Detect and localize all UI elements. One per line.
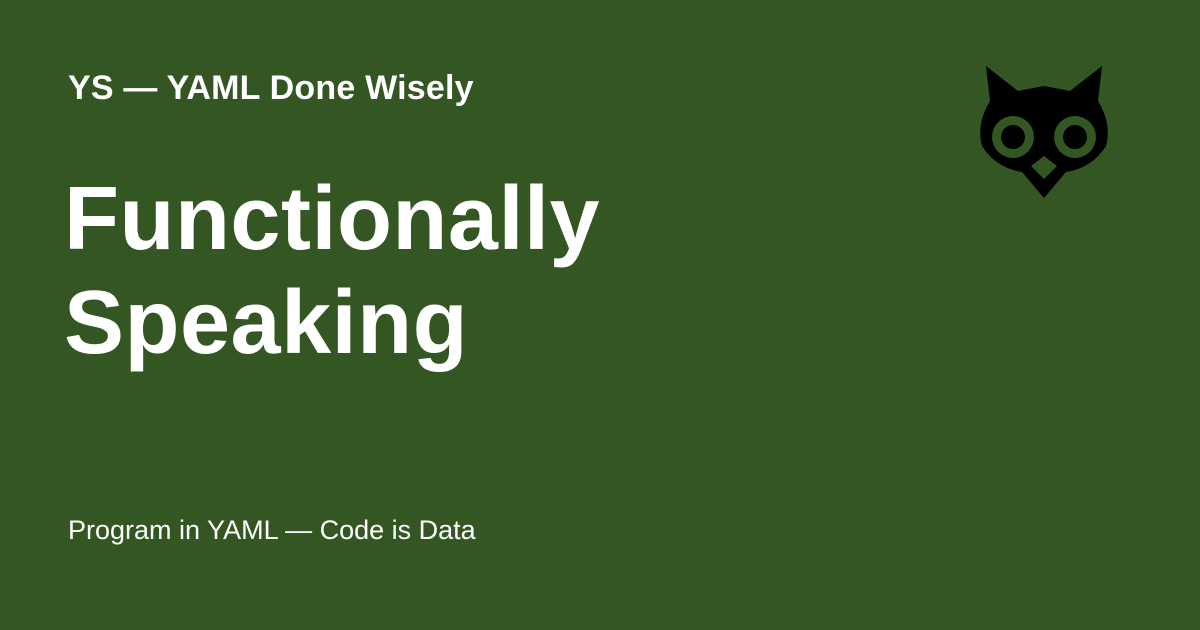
owl-icon — [980, 66, 1108, 198]
page-title: Functionally Speaking — [64, 167, 824, 375]
page-title-line-2: Speaking — [64, 273, 469, 373]
page-title-line-1: Functionally — [64, 169, 601, 269]
site-name: YS — YAML Done Wisely — [68, 69, 474, 107]
tagline: Program in YAML — Code is Data — [68, 515, 476, 545]
social-card: YS — YAML Done Wisely Functionally Speak… — [0, 0, 1200, 630]
